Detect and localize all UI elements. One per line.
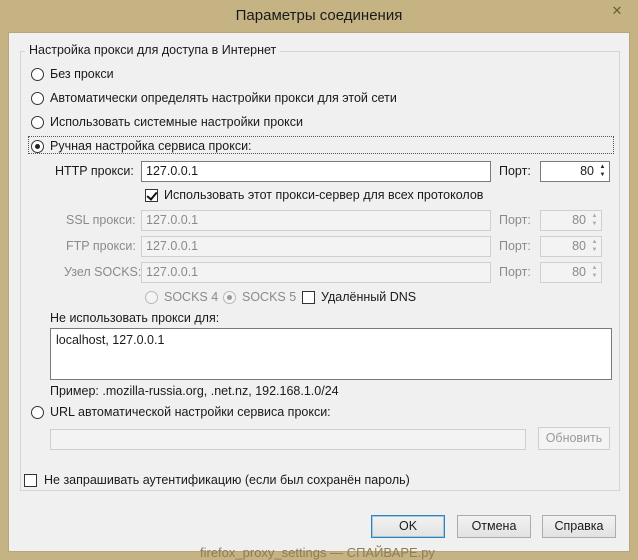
spin-arrows-icon[interactable]: ▲ ▼ — [589, 238, 600, 255]
no-proxy-textarea[interactable]: localhost, 127.0.0.1 — [50, 328, 612, 380]
cancel-button[interactable]: Отмена — [457, 515, 531, 538]
help-button[interactable]: Справка — [542, 515, 616, 538]
group-legend: Настройка прокси для доступа в Интернет — [25, 43, 281, 57]
no-proxy-example: Пример: .mozilla-russia.org, .net.nz, 19… — [50, 384, 339, 398]
ftp-port-value: 80 — [572, 239, 586, 253]
title-bar[interactable]: Параметры соединения ✕ — [0, 0, 638, 32]
radio-pac-url[interactable] — [31, 406, 44, 419]
radio-no-proxy-label[interactable]: Без прокси — [50, 67, 114, 81]
dialog-body: Настройка прокси для доступа в Интернет … — [8, 32, 630, 552]
watermark-text: firefox_proxy_settings — СПАЙВАРЕ.ру — [200, 545, 435, 560]
close-button[interactable]: ✕ — [606, 1, 628, 20]
radio-system-proxy[interactable] — [31, 116, 44, 129]
socks-port-value: 80 — [572, 265, 586, 279]
ftp-proxy-label: FTP прокси: — [66, 239, 136, 253]
window-title: Параметры соединения — [235, 7, 403, 24]
radio-auto-detect-label[interactable]: Автоматически определять настройки прокс… — [50, 91, 397, 105]
no-proxy-label: Не использовать прокси для: — [50, 311, 220, 325]
socks-port-spinner[interactable]: 80 ▲ ▼ — [540, 262, 602, 283]
remote-dns-label[interactable]: Удалённый DNS — [321, 290, 416, 304]
ftp-port-spinner[interactable]: 80 ▲ ▼ — [540, 236, 602, 257]
radio-pac-url-label[interactable]: URL автоматической настройки сервиса про… — [50, 405, 331, 419]
ftp-port-label: Порт: — [499, 239, 531, 253]
http-port-label: Порт: — [499, 164, 531, 178]
ssl-proxy-label: SSL прокси: — [66, 213, 136, 227]
radio-manual-proxy-label[interactable]: Ручная настройка сервиса прокси: — [50, 139, 252, 153]
radio-socks4-label[interactable]: SOCKS 4 — [164, 290, 218, 304]
ssl-port-label: Порт: — [499, 213, 531, 227]
radio-manual-proxy[interactable] — [31, 140, 44, 153]
spin-arrows-icon[interactable]: ▲ ▼ — [589, 212, 600, 229]
pac-url-input[interactable] — [50, 429, 526, 450]
remote-dns-checkbox[interactable] — [302, 291, 315, 304]
ok-button[interactable]: OK — [371, 515, 445, 538]
ssl-port-value: 80 — [572, 213, 586, 227]
ssl-proxy-input[interactable]: 127.0.0.1 — [141, 210, 491, 231]
radio-socks5[interactable] — [223, 291, 236, 304]
radio-socks4[interactable] — [145, 291, 158, 304]
no-proxy-value: localhost, 127.0.0.1 — [56, 333, 165, 347]
radio-system-proxy-label[interactable]: Использовать системные настройки прокси — [50, 115, 303, 129]
http-port-spinner[interactable]: 80 ▲ ▼ — [540, 161, 610, 182]
share-proxy-label[interactable]: Использовать этот прокси-сервер для всех… — [164, 188, 483, 202]
no-auth-prompt-label[interactable]: Не запрашивать аутентификацию (если был … — [44, 473, 410, 487]
ssl-port-spinner[interactable]: 80 ▲ ▼ — [540, 210, 602, 231]
no-auth-prompt-checkbox[interactable] — [24, 474, 37, 487]
reload-button[interactable]: Обновить — [538, 427, 610, 450]
http-proxy-label: HTTP прокси: — [55, 164, 134, 178]
socks-port-label: Порт: — [499, 265, 531, 279]
dialog-window: Параметры соединения ✕ Настройка прокси … — [0, 0, 638, 560]
radio-auto-detect[interactable] — [31, 92, 44, 105]
radio-no-proxy[interactable] — [31, 68, 44, 81]
spin-arrows-icon[interactable]: ▲ ▼ — [597, 163, 608, 180]
share-proxy-checkbox[interactable] — [145, 189, 158, 202]
socks-host-input[interactable]: 127.0.0.1 — [141, 262, 491, 283]
socks-host-label: Узел SOCKS: — [64, 265, 142, 279]
http-proxy-input[interactable]: 127.0.0.1 — [141, 161, 491, 182]
ftp-proxy-input[interactable]: 127.0.0.1 — [141, 236, 491, 257]
spin-arrows-icon[interactable]: ▲ ▼ — [589, 264, 600, 281]
radio-socks5-label[interactable]: SOCKS 5 — [242, 290, 296, 304]
http-port-value: 80 — [580, 164, 594, 178]
close-icon: ✕ — [611, 3, 623, 18]
